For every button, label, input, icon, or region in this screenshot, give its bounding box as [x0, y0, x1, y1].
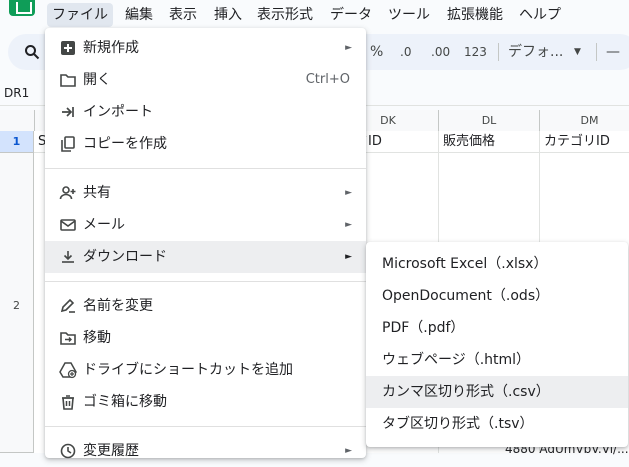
person-add-icon: [59, 184, 77, 202]
folder-icon: [59, 71, 77, 89]
file-menu: 新規作成 ► 開く Ctrl+O インポート コピーを作成 共有 ► メール ►: [45, 28, 366, 459]
row-header-2[interactable]: 2: [0, 153, 34, 453]
download-html[interactable]: ウェブページ（.html）: [366, 344, 628, 376]
menu-item-import[interactable]: インポート: [45, 96, 366, 128]
row-header-1[interactable]: 1: [0, 131, 34, 153]
download-xlsx[interactable]: Microsoft Excel（.xlsx）: [366, 248, 628, 280]
search-icon[interactable]: [24, 44, 40, 60]
import-arrow-icon: [59, 103, 77, 121]
menu-item-label: コピーを作成: [83, 136, 167, 152]
select-all-corner[interactable]: [0, 110, 35, 131]
shortcut-label: Ctrl+O: [305, 72, 350, 87]
download-pdf[interactable]: PDF（.pdf）: [366, 312, 628, 344]
submenu-item-label: PDF（.pdf）: [382, 320, 465, 336]
menu-item-label: 移動: [83, 330, 111, 346]
menu-item-share[interactable]: 共有 ►: [45, 177, 366, 209]
trash-icon: [59, 393, 77, 411]
name-box[interactable]: DR1: [4, 86, 29, 100]
history-icon: [59, 442, 77, 460]
menu-file[interactable]: ファイル: [47, 3, 113, 27]
menu-divider: [45, 426, 366, 427]
menu-item-label: 名前を変更: [83, 298, 153, 314]
menu-insert[interactable]: 挿入: [209, 3, 247, 27]
format-percent-button[interactable]: %: [370, 34, 383, 70]
menu-item-label: 共有: [83, 185, 111, 201]
menu-view[interactable]: 表示: [164, 3, 202, 27]
menu-item-version-history[interactable]: 変更履歴 ►: [45, 435, 366, 467]
menu-item-label: メール: [83, 217, 125, 233]
download-submenu: Microsoft Excel（.xlsx） OpenDocument（.ods…: [366, 242, 628, 447]
menu-format[interactable]: 表示形式: [252, 3, 318, 27]
menu-item-add-shortcut[interactable]: ドライブにショートカットを追加: [45, 354, 366, 386]
menubar: ファイル 編集 表示 挿入 表示形式 データ ツール 拡張機能 ヘルプ: [0, 0, 629, 30]
menu-item-label: ダウンロード: [83, 249, 167, 265]
submenu-item-label: ウェブページ（.html）: [382, 352, 531, 368]
menu-item-label: 開く: [83, 72, 111, 88]
rename-icon: [59, 297, 77, 315]
menu-item-new[interactable]: 新規作成 ►: [45, 32, 366, 64]
download-csv[interactable]: カンマ区切り形式（.csv）: [366, 376, 628, 408]
toolbar-divider: [498, 43, 499, 61]
sheets-logo-icon[interactable]: [9, 0, 35, 16]
menu-item-make-copy[interactable]: コピーを作成: [45, 128, 366, 160]
menu-item-label: 変更履歴: [83, 443, 139, 459]
submenu-item-label: OpenDocument（.ods）: [382, 288, 550, 304]
submenu-arrow-icon: ►: [345, 252, 352, 262]
column-header-dl[interactable]: DL: [439, 110, 540, 131]
column-header-dm[interactable]: DM: [540, 110, 629, 131]
menu-edit[interactable]: 編集: [120, 3, 158, 27]
plus-box-icon: [59, 39, 77, 57]
submenu-arrow-icon: ►: [345, 188, 352, 198]
font-select[interactable]: デフォ...: [508, 34, 563, 70]
download-tsv[interactable]: タブ区切り形式（.tsv）: [366, 408, 628, 440]
cell-dm1[interactable]: カテゴリID: [540, 131, 629, 153]
menu-tools[interactable]: ツール: [383, 3, 435, 27]
menu-item-move[interactable]: 移動: [45, 322, 366, 354]
submenu-item-label: Microsoft Excel（.xlsx）: [382, 256, 548, 272]
menu-item-email[interactable]: メール ►: [45, 209, 366, 241]
menu-item-label: インポート: [83, 104, 153, 120]
decrease-font-size-button[interactable]: —: [606, 34, 620, 70]
menu-item-trash[interactable]: ゴミ箱に移動: [45, 386, 366, 418]
move-folder-icon: [59, 329, 77, 347]
submenu-arrow-icon: ►: [345, 220, 352, 230]
menu-divider: [45, 168, 366, 169]
submenu-arrow-icon: ►: [345, 43, 352, 53]
drive-shortcut-icon: [59, 361, 77, 379]
submenu-item-label: カンマ区切り形式（.csv）: [382, 384, 550, 400]
menu-item-rename[interactable]: 名前を変更: [45, 290, 366, 322]
menu-item-label: 新規作成: [83, 40, 139, 56]
download-icon: [59, 248, 77, 266]
more-formats-button[interactable]: 123: [464, 34, 487, 70]
decrease-decimal-button[interactable]: .0: [400, 34, 411, 70]
increase-decimal-button[interactable]: .00: [431, 34, 450, 70]
cell-dl1[interactable]: 販売価格: [439, 131, 540, 153]
copy-icon: [59, 135, 77, 153]
menu-item-label: ドライブにショートカットを追加: [83, 362, 293, 378]
mail-icon: [59, 216, 77, 234]
menu-item-label: ゴミ箱に移動: [83, 394, 167, 410]
chevron-down-icon[interactable]: ▼: [574, 34, 581, 70]
menu-extensions[interactable]: 拡張機能: [442, 3, 508, 27]
menu-item-download[interactable]: ダウンロード ►: [45, 241, 366, 273]
toolbar-divider: [596, 43, 597, 61]
submenu-item-label: タブ区切り形式（.tsv）: [382, 416, 534, 432]
menu-data[interactable]: データ: [325, 3, 377, 27]
download-ods[interactable]: OpenDocument（.ods）: [366, 280, 628, 312]
menu-divider: [45, 281, 366, 282]
submenu-arrow-icon: ►: [345, 446, 352, 456]
menu-item-open[interactable]: 開く Ctrl+O: [45, 64, 366, 96]
menu-help[interactable]: ヘルプ: [514, 3, 566, 27]
